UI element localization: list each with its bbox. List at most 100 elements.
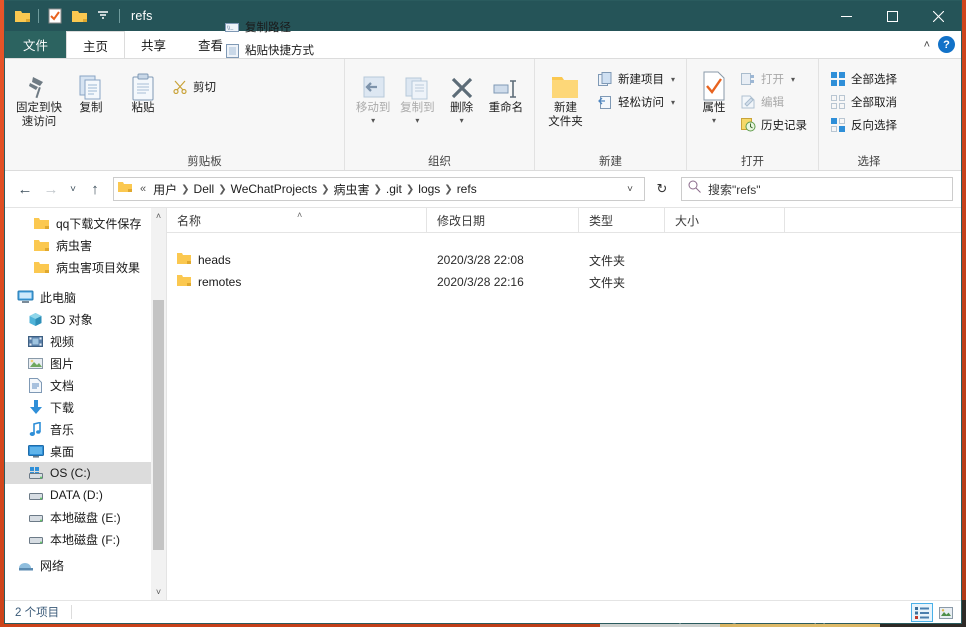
breadcrumb-bar[interactable]: « 用户 ❯ Dell ❯ WeChatProjects ❯ 病虫害 ❯ .gi… bbox=[113, 177, 645, 201]
open-caret-icon[interactable]: ▾ bbox=[791, 75, 795, 84]
sidebar-item-local-disk-f[interactable]: 本地磁盘 (F:) bbox=[5, 528, 166, 550]
sidebar-item-network[interactable]: 网络 bbox=[5, 554, 166, 576]
details-view-icon[interactable] bbox=[911, 603, 933, 622]
sidebar-item-desktop[interactable]: 桌面 bbox=[5, 440, 166, 462]
qat-properties-icon[interactable] bbox=[44, 5, 66, 27]
breadcrumb-sep-4[interactable]: ❯ bbox=[405, 184, 415, 195]
ribbon-pin-to-quick-access-button[interactable]: 固定到快 速访问 bbox=[13, 63, 65, 152]
recent-locations-button[interactable]: ˅ bbox=[65, 177, 81, 201]
ribbon-select-all-label: 全部选择 bbox=[851, 74, 897, 86]
scroll-down-icon[interactable]: ˅ bbox=[151, 584, 166, 600]
tab-file[interactable]: 文件 bbox=[5, 31, 67, 58]
sidebar-item-this-pc[interactable]: 此电脑 bbox=[5, 286, 166, 308]
scroll-up-icon[interactable]: ˄ bbox=[151, 208, 166, 224]
maximize-button[interactable] bbox=[869, 1, 915, 31]
sidebar-item-music[interactable]: 音乐 bbox=[5, 418, 166, 440]
ribbon-select-all-button[interactable]: 全部选择 bbox=[827, 69, 900, 89]
column-header-name[interactable]: 名称 ˄ bbox=[167, 207, 427, 233]
ribbon-easy-access-button[interactable]: 轻松访问 ▾ bbox=[594, 92, 678, 112]
tab-share[interactable]: 共享 bbox=[125, 31, 182, 58]
ribbon-copy-path-button[interactable]: \\.. 复制路径 bbox=[221, 17, 317, 37]
qat-separator-1 bbox=[38, 9, 39, 23]
ribbon-group-label-new: 新建 bbox=[599, 156, 622, 168]
sidebar-item-bingchonghai-effect[interactable]: 病虫害项目效果 bbox=[5, 256, 166, 278]
ribbon-copy-to-button[interactable]: 复制到 ▾ bbox=[397, 63, 437, 152]
file-name-cell[interactable]: remotes bbox=[167, 274, 427, 290]
breadcrumb-overflow[interactable]: « bbox=[136, 183, 150, 195]
ribbon-new-folder-button[interactable]: 新建 文件夹 bbox=[543, 63, 588, 152]
copy-to-caret-icon[interactable]: ▾ bbox=[415, 114, 419, 128]
qat-new-folder-icon[interactable] bbox=[68, 5, 90, 27]
move-to-caret-icon[interactable]: ▾ bbox=[371, 114, 375, 128]
back-button[interactable]: ← bbox=[13, 177, 37, 201]
breadcrumb-item-6[interactable]: refs bbox=[454, 182, 480, 196]
column-header-type[interactable]: 类型 bbox=[579, 207, 665, 233]
ribbon-open-button[interactable]: 打开 ▾ bbox=[737, 69, 810, 89]
close-button[interactable] bbox=[915, 1, 961, 31]
breadcrumb-sep-2[interactable]: ❯ bbox=[320, 184, 330, 195]
ribbon-paste-shortcut-button[interactable]: 粘贴快捷方式 bbox=[221, 40, 317, 60]
forward-button[interactable]: → bbox=[39, 177, 63, 201]
ribbon-invert-selection-button[interactable]: 反向选择 bbox=[827, 115, 900, 135]
tab-home[interactable]: 主页 bbox=[66, 31, 126, 58]
ribbon-history-button[interactable]: 历史记录 bbox=[737, 115, 810, 135]
sidebar-item-downloads[interactable]: 下载 bbox=[5, 396, 166, 418]
sidebar-item-bingchonghai[interactable]: 病虫害 bbox=[5, 234, 166, 256]
ribbon-properties-button[interactable]: 属性 ▾ bbox=[695, 63, 733, 152]
ribbon-move-to-button[interactable]: 移动到 ▾ bbox=[353, 63, 393, 152]
ribbon-paste-label: 粘贴 bbox=[131, 102, 155, 114]
breadcrumb-item-3[interactable]: 病虫害 bbox=[330, 181, 372, 198]
sidebar-item-qq-downloads[interactable]: qq下载文件保存 bbox=[5, 212, 166, 234]
scrollbar-thumb[interactable] bbox=[153, 300, 164, 550]
refresh-button[interactable]: ↻ bbox=[649, 177, 675, 201]
qat-folder-icon[interactable] bbox=[11, 5, 33, 27]
ribbon-paste-button[interactable]: 粘贴 bbox=[117, 63, 169, 152]
up-button[interactable]: ↑ bbox=[83, 177, 107, 201]
table-row[interactable]: heads 2020/3/28 22:08 文件夹 bbox=[167, 249, 961, 271]
ribbon-delete-button[interactable]: 删除 ▾ bbox=[442, 63, 482, 152]
ribbon-edit-button[interactable]: 编辑 bbox=[737, 92, 810, 112]
breadcrumb-sep-0[interactable]: ❯ bbox=[180, 184, 190, 195]
navigation-scrollbar[interactable]: ˄ ˅ bbox=[151, 208, 166, 600]
breadcrumb-item-2[interactable]: WeChatProjects bbox=[228, 182, 320, 196]
breadcrumb-item-5[interactable]: logs bbox=[415, 182, 443, 196]
delete-caret-icon[interactable]: ▾ bbox=[460, 114, 464, 128]
sidebar-item-local-disk-e[interactable]: 本地磁盘 (E:) bbox=[5, 506, 166, 528]
sidebar-item-pictures[interactable]: 图片 bbox=[5, 352, 166, 374]
search-input[interactable]: 搜索"refs" bbox=[708, 181, 761, 198]
breadcrumb-sep-3[interactable]: ❯ bbox=[372, 184, 382, 195]
table-row[interactable]: remotes 2020/3/28 22:16 文件夹 bbox=[167, 271, 961, 293]
ribbon-copy-to-label: 复制到 bbox=[400, 102, 435, 114]
select-none-icon bbox=[830, 94, 846, 110]
breadcrumb-sep-1[interactable]: ❯ bbox=[217, 184, 227, 195]
minimize-button[interactable] bbox=[823, 1, 869, 31]
easy-access-caret-icon[interactable]: ▾ bbox=[671, 98, 675, 107]
collapse-ribbon-icon[interactable]: ˄ bbox=[924, 39, 930, 51]
svg-text:\\..: \\.. bbox=[227, 26, 234, 32]
breadcrumb-sep-5[interactable]: ❯ bbox=[443, 184, 453, 195]
ribbon-select-none-button[interactable]: 全部取消 bbox=[827, 92, 900, 112]
ribbon-new-item-button[interactable]: 新建项目 ▾ bbox=[594, 69, 678, 89]
qat-customize-dropdown-icon[interactable] bbox=[92, 5, 114, 27]
file-name-cell[interactable]: heads bbox=[167, 252, 427, 268]
column-header-date-modified[interactable]: 修改日期 bbox=[427, 207, 579, 233]
sidebar-item-documents[interactable]: 文档 bbox=[5, 374, 166, 396]
breadcrumb: « 用户 ❯ Dell ❯ WeChatProjects ❯ 病虫害 ❯ .gi… bbox=[136, 181, 620, 198]
breadcrumb-item-4[interactable]: .git bbox=[383, 182, 405, 196]
properties-caret-icon[interactable]: ▾ bbox=[712, 114, 716, 128]
ribbon-cut-button[interactable]: 剪切 bbox=[169, 77, 317, 97]
breadcrumb-item-1[interactable]: Dell bbox=[191, 182, 218, 196]
ribbon-copy-button[interactable]: 复制 bbox=[65, 63, 117, 152]
breadcrumb-item-0[interactable]: 用户 bbox=[150, 181, 180, 198]
new-item-caret-icon[interactable]: ▾ bbox=[671, 75, 675, 84]
help-icon[interactable]: ? bbox=[938, 36, 955, 53]
large-icons-view-icon[interactable] bbox=[935, 603, 957, 622]
sidebar-item-data-d[interactable]: DATA (D:) bbox=[5, 484, 166, 506]
ribbon-rename-button[interactable]: 重命名 bbox=[486, 63, 526, 152]
sidebar-item-3d-objects[interactable]: 3D 对象 bbox=[5, 308, 166, 330]
breadcrumb-dropdown-icon[interactable]: ˅ bbox=[620, 184, 640, 195]
column-header-size[interactable]: 大小 bbox=[665, 207, 785, 233]
sidebar-item-os-c[interactable]: OS (C:) bbox=[5, 462, 166, 484]
sidebar-item-videos[interactable]: 视频 bbox=[5, 330, 166, 352]
search-box[interactable]: 搜索"refs" bbox=[681, 177, 953, 201]
